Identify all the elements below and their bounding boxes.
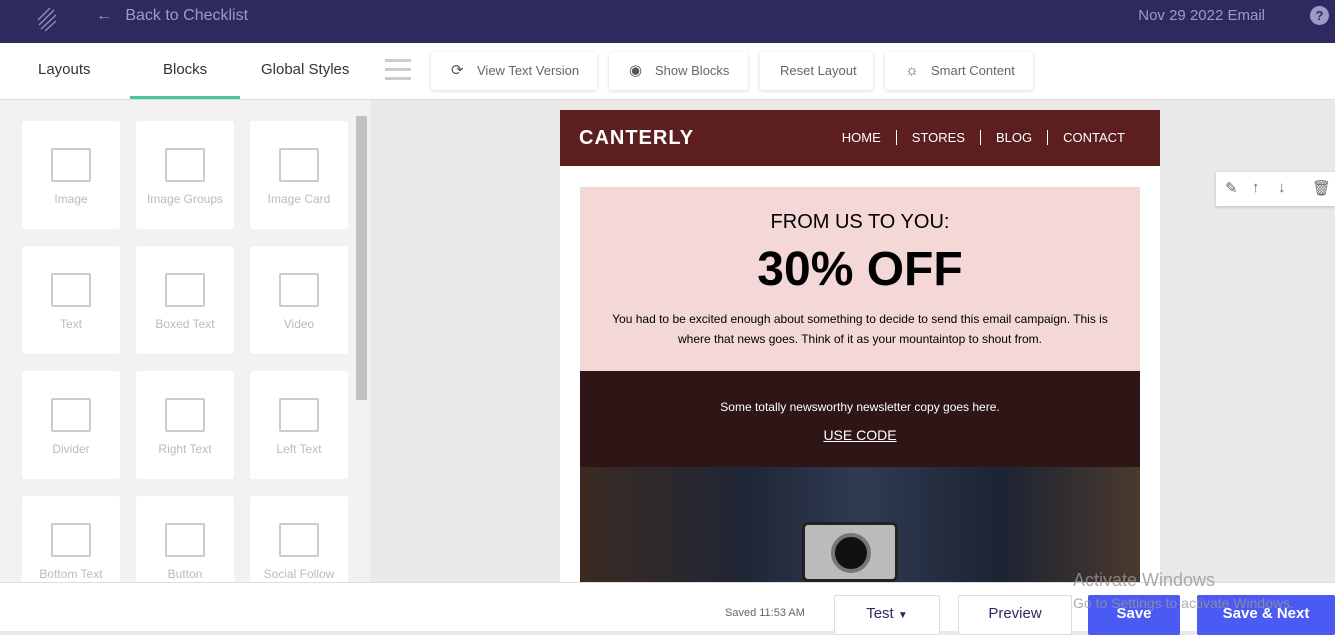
arrow-up-icon[interactable]: ↑ bbox=[1252, 179, 1260, 196]
email-title: Nov 29 2022 Email bbox=[1138, 7, 1265, 24]
hero-image[interactable] bbox=[580, 467, 1140, 582]
top-bar: ← Back to Checklist Nov 29 2022 Email ? bbox=[0, 0, 1335, 43]
email-preview: CANTERLY HOME STORES BLOG CONTACT FROM US T… bbox=[560, 110, 1160, 582]
block-label: Image Card bbox=[267, 192, 331, 206]
scrollbar[interactable] bbox=[355, 100, 368, 582]
block-right-text[interactable]: Right Text bbox=[136, 371, 234, 479]
block-label: Social Follow bbox=[263, 567, 335, 581]
block-icon bbox=[165, 273, 205, 307]
block-text[interactable]: Text bbox=[22, 246, 120, 354]
block-label: Video bbox=[283, 317, 315, 331]
block-social-follow[interactable]: Social Follow bbox=[250, 496, 348, 582]
block-label: Text bbox=[59, 317, 82, 331]
promo-block[interactable]: FROM US TO YOU: 30% OFF You had to be ex… bbox=[580, 187, 1140, 371]
block-image-card[interactable]: Image Card bbox=[250, 121, 348, 229]
dark-text: Some totally newsworthy newsletter copy … bbox=[720, 400, 1000, 414]
eyebrow: FROM US TO YOU: bbox=[770, 211, 950, 233]
block-video[interactable]: Video bbox=[250, 246, 348, 354]
email-nav: HOME STORES BLOG CONTACT bbox=[827, 130, 1140, 145]
test-button[interactable]: Test ▼ bbox=[834, 595, 940, 635]
block-bottom-text[interactable]: Bottom Text bbox=[22, 496, 120, 582]
arrow-down-icon[interactable]: ↓ bbox=[1278, 179, 1286, 196]
block-boxed-text[interactable]: Boxed Text bbox=[136, 246, 234, 354]
panel-tabs: Layouts Blocks Global Styles ⟳ View Text … bbox=[0, 43, 1335, 100]
code-block[interactable]: Some totally newsworthy newsletter copy … bbox=[580, 371, 1140, 467]
refresh-icon: ⟳ bbox=[451, 62, 464, 79]
body-text: You had to be excited enough about somet… bbox=[612, 312, 1108, 346]
reset-layout-button[interactable]: Reset Layout bbox=[760, 52, 873, 90]
nav-blog[interactable]: BLOG bbox=[980, 130, 1048, 145]
block-icon bbox=[165, 398, 205, 432]
nav-stores[interactable]: STORES bbox=[895, 130, 980, 145]
camera-image bbox=[802, 522, 898, 582]
label: Test bbox=[866, 605, 894, 622]
menu-icon[interactable] bbox=[385, 59, 411, 86]
block-button[interactable]: Button bbox=[136, 496, 234, 582]
block-icon bbox=[51, 148, 91, 182]
nav-home[interactable]: HOME bbox=[827, 130, 896, 145]
smart-content-icon: ☼ bbox=[905, 62, 919, 79]
back-to-checklist-link[interactable]: ← Back to Checklist bbox=[96, 7, 248, 25]
block-icon bbox=[279, 398, 319, 432]
caret-down-icon: ▼ bbox=[897, 610, 908, 621]
preview-button[interactable]: Preview bbox=[958, 595, 1072, 635]
arrow-left-icon: ← bbox=[96, 7, 112, 24]
block-icon bbox=[51, 398, 91, 432]
tab-global-styles[interactable]: Global Styles bbox=[261, 61, 349, 78]
block-label: Bottom Text bbox=[39, 567, 103, 581]
block-left-text[interactable]: Left Text bbox=[250, 371, 348, 479]
view-text-version-button[interactable]: ⟳ View Text Version bbox=[431, 52, 597, 90]
email-header: CANTERLY HOME STORES BLOG CONTACT bbox=[560, 110, 1160, 166]
label: Smart Content bbox=[931, 63, 1015, 78]
saved-status: Saved 11:53 AM bbox=[725, 607, 805, 619]
use-code-link[interactable]: USE CODE bbox=[580, 427, 1140, 443]
label: Show Blocks bbox=[655, 63, 730, 78]
block-tools: ✎ ↑ ↓ 🗑 bbox=[1216, 172, 1335, 206]
block-label: Divider bbox=[52, 442, 90, 456]
nav-contact[interactable]: CONTACT bbox=[1047, 130, 1140, 145]
block-label: Left Text bbox=[276, 442, 322, 456]
logo-icon[interactable] bbox=[36, 6, 58, 32]
watermark-title: Activate Windows bbox=[1073, 570, 1216, 590]
help-icon[interactable]: ? bbox=[1310, 6, 1329, 25]
block-image[interactable]: Image bbox=[22, 121, 120, 229]
block-divider[interactable]: Divider bbox=[22, 371, 120, 479]
watermark-text: Go to Settings to activate Windows. bbox=[1073, 595, 1294, 611]
block-icon bbox=[279, 148, 319, 182]
edit-icon[interactable]: ✎ bbox=[1225, 179, 1238, 197]
block-label: Button bbox=[167, 567, 203, 581]
block-icon bbox=[279, 523, 319, 557]
label: View Text Version bbox=[477, 63, 580, 78]
show-blocks-button[interactable]: ◉ Show Blocks bbox=[609, 52, 748, 90]
smart-content-button[interactable]: ☼ Smart Content bbox=[885, 52, 1033, 90]
block-icon bbox=[165, 148, 205, 182]
back-label: Back to Checklist bbox=[125, 7, 249, 24]
eye-slash-icon: ◉ bbox=[629, 62, 643, 79]
block-icon bbox=[51, 273, 91, 307]
trash-icon[interactable]: 🗑 bbox=[1312, 179, 1331, 197]
tab-layouts[interactable]: Layouts bbox=[38, 61, 91, 78]
block-label: Right Text bbox=[158, 442, 212, 456]
block-image-groups[interactable]: Image Groups bbox=[136, 121, 234, 229]
block-label: Image bbox=[54, 192, 88, 206]
block-icon bbox=[51, 523, 91, 557]
block-label: Boxed Text bbox=[155, 317, 215, 331]
headline: 30% OFF bbox=[757, 243, 963, 296]
block-icon bbox=[165, 523, 205, 557]
block-label: Image Groups bbox=[146, 192, 224, 206]
block-icon bbox=[279, 273, 319, 307]
brand-logo: CANTERLY bbox=[579, 127, 695, 149]
tab-blocks[interactable]: Blocks bbox=[129, 61, 241, 99]
blocks-panel: Image Image Groups Image Card Text Boxed Tex… bbox=[0, 100, 370, 582]
